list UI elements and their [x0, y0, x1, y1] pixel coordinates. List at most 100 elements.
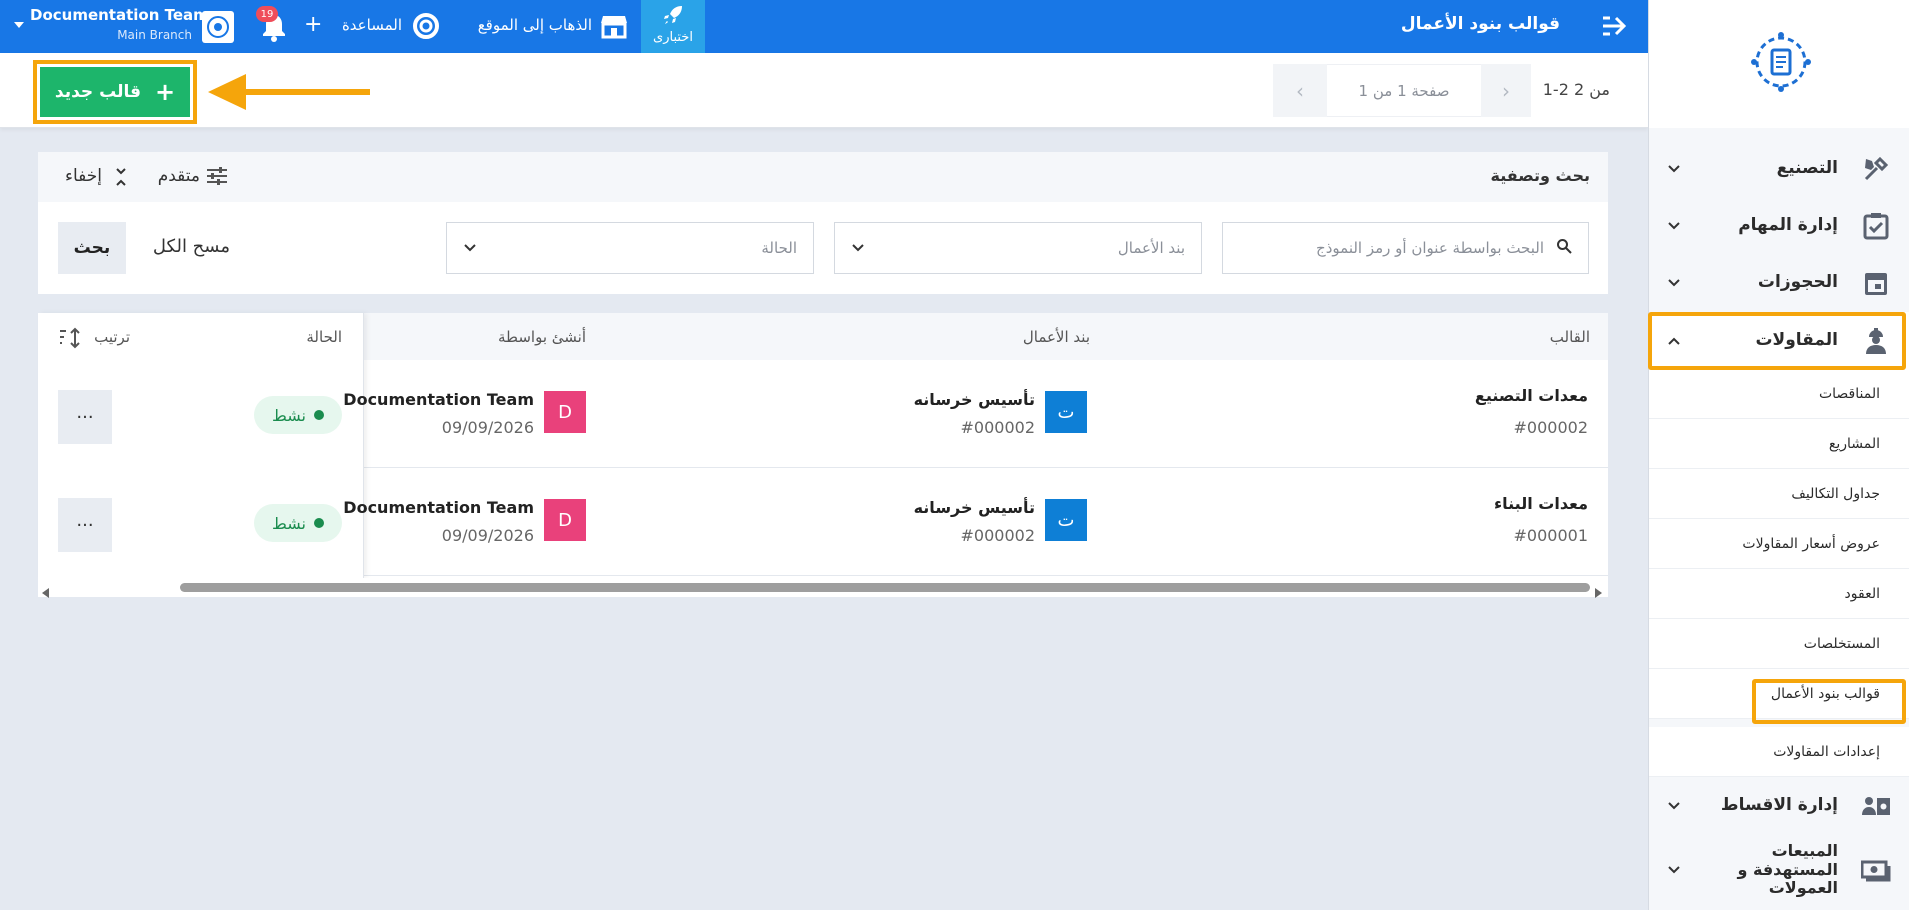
sidebar-subitem-label: إعدادات المقاولات	[1773, 743, 1880, 760]
sidebar-item-tasks[interactable]: إدارة المهام	[1649, 197, 1909, 254]
horizontal-scrollbar[interactable]	[38, 578, 1608, 598]
plus-icon: +	[154, 78, 176, 106]
sliders-icon[interactable]	[206, 166, 230, 188]
hide-toggle[interactable]: إخفاء	[56, 166, 102, 186]
caret-down-icon[interactable]	[14, 14, 24, 33]
sidebar-item-label: إدارة المهام	[1738, 214, 1838, 235]
chevron-down-icon	[1659, 221, 1689, 231]
prev-page-button[interactable]: ‹	[1273, 64, 1327, 117]
work-item-code: #000002	[960, 526, 1035, 545]
sidebar-subitem-label: عروض أسعار المقاولات	[1742, 535, 1880, 552]
sidebar-toggle-icon[interactable]	[1600, 12, 1634, 40]
sidebar-subitem-contract-quotes[interactable]: عروض أسعار المقاولات	[1649, 519, 1909, 569]
work-item-avatar: ت	[1045, 499, 1087, 541]
clear-all-button[interactable]: مسح الكل	[140, 236, 230, 257]
scrollbar-thumb[interactable]	[180, 583, 1590, 592]
search-input[interactable]: البحث بواسطة عنوان أو رمز النموذج	[1222, 222, 1589, 274]
search-button[interactable]: بحث	[58, 222, 126, 274]
money-icon	[1860, 854, 1892, 886]
sidebar-subitem-contracting-settings[interactable]: إعدادات المقاولات	[1649, 727, 1909, 777]
sidebar-subitem-cost-tables[interactable]: جداول التكاليف	[1649, 469, 1909, 519]
add-icon[interactable]: +	[304, 12, 322, 37]
page-indicator: صفحة 1 من 1	[1327, 64, 1481, 117]
chevron-down-icon	[1659, 278, 1689, 288]
search-placeholder: البحث بواسطة عنوان أو رمز النموذج	[1316, 239, 1544, 257]
status-badge: نشط	[254, 504, 342, 542]
status-dot-icon	[313, 410, 324, 420]
work-item-name[interactable]: تأسيس خرسانه	[880, 498, 1035, 517]
calendar-icon	[1860, 267, 1892, 299]
advanced-toggle[interactable]: متقدم	[148, 166, 200, 186]
task-check-icon	[1860, 210, 1892, 242]
sidebar-item-label: الحجوزات	[1757, 271, 1838, 292]
notification-count-badge: 19	[256, 6, 278, 22]
header-status[interactable]: الحالة	[280, 328, 342, 346]
chevron-left-icon: ›	[1502, 78, 1510, 103]
header-sort[interactable]: ترتيب	[90, 328, 130, 346]
account-name[interactable]: Documentation Team	[30, 6, 209, 24]
work-item-placeholder: بند الأعمال	[1117, 239, 1185, 257]
work-item-code: #000002	[960, 418, 1035, 437]
status-placeholder: الحالة	[761, 239, 797, 257]
next-page-button[interactable]: ›	[1481, 64, 1531, 117]
templates-table	[38, 313, 1608, 597]
sidebar-item-label: إدارة الاقساط	[1720, 794, 1838, 815]
sidebar-subitem-label: المشاريع	[1828, 435, 1880, 452]
chevron-down-icon	[1659, 801, 1689, 811]
logo-area	[1649, 0, 1909, 128]
filter-title: بحث وتصفية	[1490, 166, 1590, 185]
tools-icon	[1860, 153, 1892, 185]
chevron-down-icon	[1659, 865, 1689, 875]
scroll-left-icon[interactable]	[42, 583, 50, 602]
chevron-down-icon	[463, 239, 477, 257]
sidebar-subitem-label: المناقصات	[1818, 385, 1880, 402]
sort-icon[interactable]	[58, 327, 82, 349]
sidebar-item-targets-commissions[interactable]: المبيعات المستهدفة و العمولات	[1649, 838, 1909, 902]
sidebar: التصنيع إدارة المهام الحجوزات المقاولات …	[1648, 0, 1909, 910]
lifebuoy-icon[interactable]	[412, 12, 440, 40]
header-created-by[interactable]: أنشئ بواسطة	[470, 328, 586, 346]
chevron-down-icon	[1659, 164, 1689, 174]
new-template-button[interactable]: قالب جديد +	[40, 67, 190, 117]
pagination-summary: 1-2 من 2	[1542, 80, 1610, 99]
header-work-item[interactable]: بند الأعمال	[990, 328, 1090, 346]
sidebar-item-label: المبيعات المستهدفة و العمولات	[1737, 841, 1838, 898]
template-code: #000002	[1513, 418, 1588, 437]
template-name[interactable]: معدات البناء	[1400, 494, 1588, 513]
status-badge: نشط	[254, 396, 342, 434]
sidebar-subitem-label: المستخلصات	[1803, 635, 1880, 652]
app-logo-icon[interactable]	[1741, 22, 1821, 102]
installments-icon	[1860, 790, 1892, 822]
beta-button[interactable]: اختبارى	[641, 0, 705, 53]
sidebar-subitem-tenders[interactable]: المناقصات	[1649, 369, 1909, 419]
sidebar-item-installments[interactable]: إدارة الاقساط	[1649, 777, 1909, 834]
store-icon[interactable]	[600, 13, 630, 39]
header-template[interactable]: القالب	[1490, 328, 1590, 346]
work-item-select[interactable]: بند الأعمال	[834, 222, 1202, 274]
sidebar-subitem-extracts[interactable]: المستخلصات	[1649, 619, 1909, 669]
rocket-icon	[662, 4, 684, 30]
created-date: 09/09/2026	[441, 526, 534, 545]
page-title: قوالب بنود الأعمال	[1400, 14, 1560, 34]
row-actions-button[interactable]: ···	[58, 390, 112, 444]
visit-site-link[interactable]: الذهاب إلى الموقع	[460, 16, 592, 34]
status-dot-icon	[313, 518, 324, 528]
sidebar-item-manufacturing[interactable]: التصنيع	[1649, 140, 1909, 197]
help-link[interactable]: المساعدة	[330, 16, 402, 34]
work-item-name[interactable]: تأسيس خرسانه	[880, 390, 1035, 409]
template-name[interactable]: معدات التصنيع	[1400, 386, 1588, 405]
creator-avatar: D	[544, 499, 586, 541]
highlight-work-item-templates	[1752, 679, 1906, 724]
scroll-right-icon[interactable]	[1594, 583, 1602, 602]
row-actions-button[interactable]: ···	[58, 498, 112, 552]
chevron-right-icon: ‹	[1296, 78, 1304, 103]
status-select[interactable]: الحالة	[446, 222, 814, 274]
collapse-icon[interactable]	[114, 166, 128, 188]
creator-name: Documentation Team	[343, 390, 534, 409]
sidebar-subitem-projects[interactable]: المشاريع	[1649, 419, 1909, 469]
branch-name: Main Branch	[117, 28, 192, 42]
sidebar-item-bookings[interactable]: الحجوزات	[1649, 254, 1909, 311]
filter-header	[38, 152, 1608, 202]
top-bar: قوالب بنود الأعمال اختبارى الذهاب إلى ال…	[0, 0, 1648, 53]
sidebar-subitem-contracts[interactable]: العقود	[1649, 569, 1909, 619]
